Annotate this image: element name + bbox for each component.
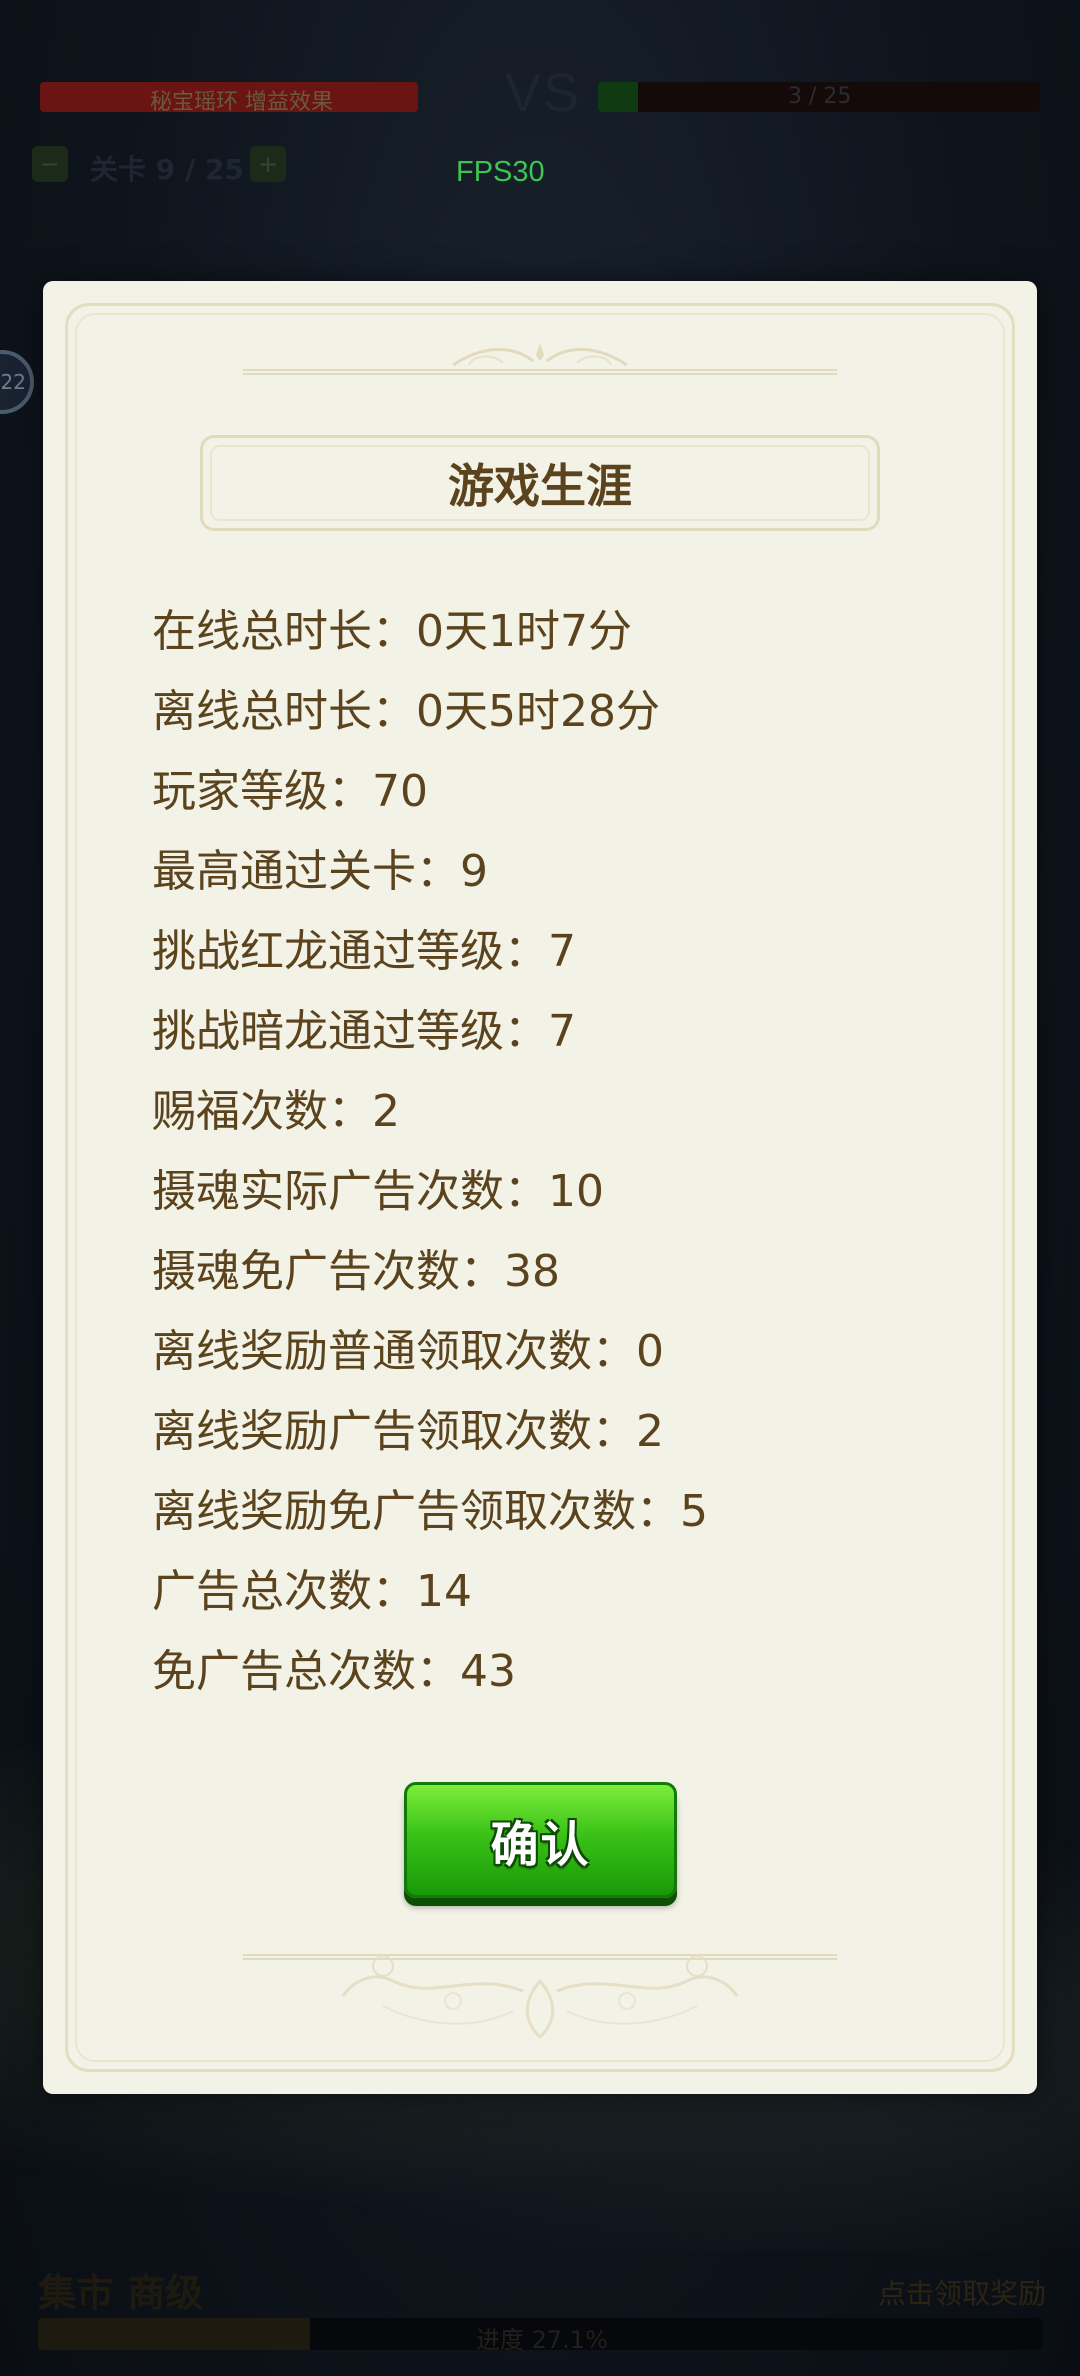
title-plate: 游戏生涯 bbox=[200, 435, 880, 531]
vs-label: VS bbox=[505, 63, 582, 123]
stat-line: 赐福次数：2 bbox=[152, 1086, 400, 1137]
stat-line: 摄魂实际广告次数：10 bbox=[152, 1166, 604, 1217]
player-health-bar: 秘宝瑶环 增益效果 bbox=[40, 82, 418, 112]
stat-line: 在线总时长：0天1时7分 bbox=[152, 606, 632, 657]
player-bar-text: 秘宝瑶环 增益效果 bbox=[150, 90, 333, 112]
stat-line: 离线奖励广告领取次数：2 bbox=[152, 1406, 664, 1457]
stat-line: 挑战红龙通过等级：7 bbox=[152, 926, 576, 977]
enemy-wave-bar: 3 / 25 bbox=[598, 82, 1040, 112]
fps-counter: FPS30 bbox=[456, 156, 545, 188]
bottom-title: 集市 商级 bbox=[38, 2271, 204, 2315]
stat-line: 离线奖励普通领取次数：0 bbox=[152, 1326, 664, 1377]
bottom-flourish-icon bbox=[341, 1955, 739, 2040]
top-divider bbox=[243, 369, 837, 375]
confirm-button[interactable]: 确认 bbox=[404, 1782, 677, 1898]
bottom-progress-bar: 进度 27.1% bbox=[38, 2318, 1042, 2350]
stat-line: 摄魂免广告次数：38 bbox=[152, 1246, 560, 1297]
stage-next-icon[interactable]: + bbox=[250, 146, 286, 182]
stage-label: 关卡 9 / 25 bbox=[90, 153, 244, 186]
bottom-right-link[interactable]: 点击领取奖励 bbox=[878, 2272, 1046, 2312]
confirm-button-label: 确认 bbox=[490, 1817, 591, 1873]
stats-list: 在线总时长：0天1时7分 离线总时长：0天5时28分 玩家等级：70 最高通过关卡：9… bbox=[152, 592, 977, 1712]
dialog-title: 游戏生涯 bbox=[448, 459, 632, 513]
wave-counter: 3 / 25 bbox=[788, 84, 852, 109]
career-dialog: 游戏生涯 在线总时长：0天1时7分 离线总时长：0天5时28分 玩家等级：70 最高通… bbox=[43, 281, 1037, 2094]
stat-line: 离线总时长：0天5时28分 bbox=[152, 686, 660, 737]
stat-line: 最高通过关卡：9 bbox=[152, 846, 488, 897]
stat-line: 玩家等级：70 bbox=[152, 766, 428, 817]
stat-line: 挑战暗龙通过等级：7 bbox=[152, 1006, 576, 1057]
bottom-progress-fill bbox=[38, 2318, 311, 2350]
stat-line: 免广告总次数：43 bbox=[152, 1646, 516, 1697]
stat-line: 离线奖励免广告领取次数：5 bbox=[152, 1486, 708, 1537]
enemy-wave-fill bbox=[598, 82, 638, 112]
bottom-progress-text: 进度 27.1% bbox=[476, 2326, 608, 2350]
stat-line: 广告总次数：14 bbox=[152, 1566, 472, 1617]
stage-prev-icon[interactable]: − bbox=[32, 146, 68, 182]
